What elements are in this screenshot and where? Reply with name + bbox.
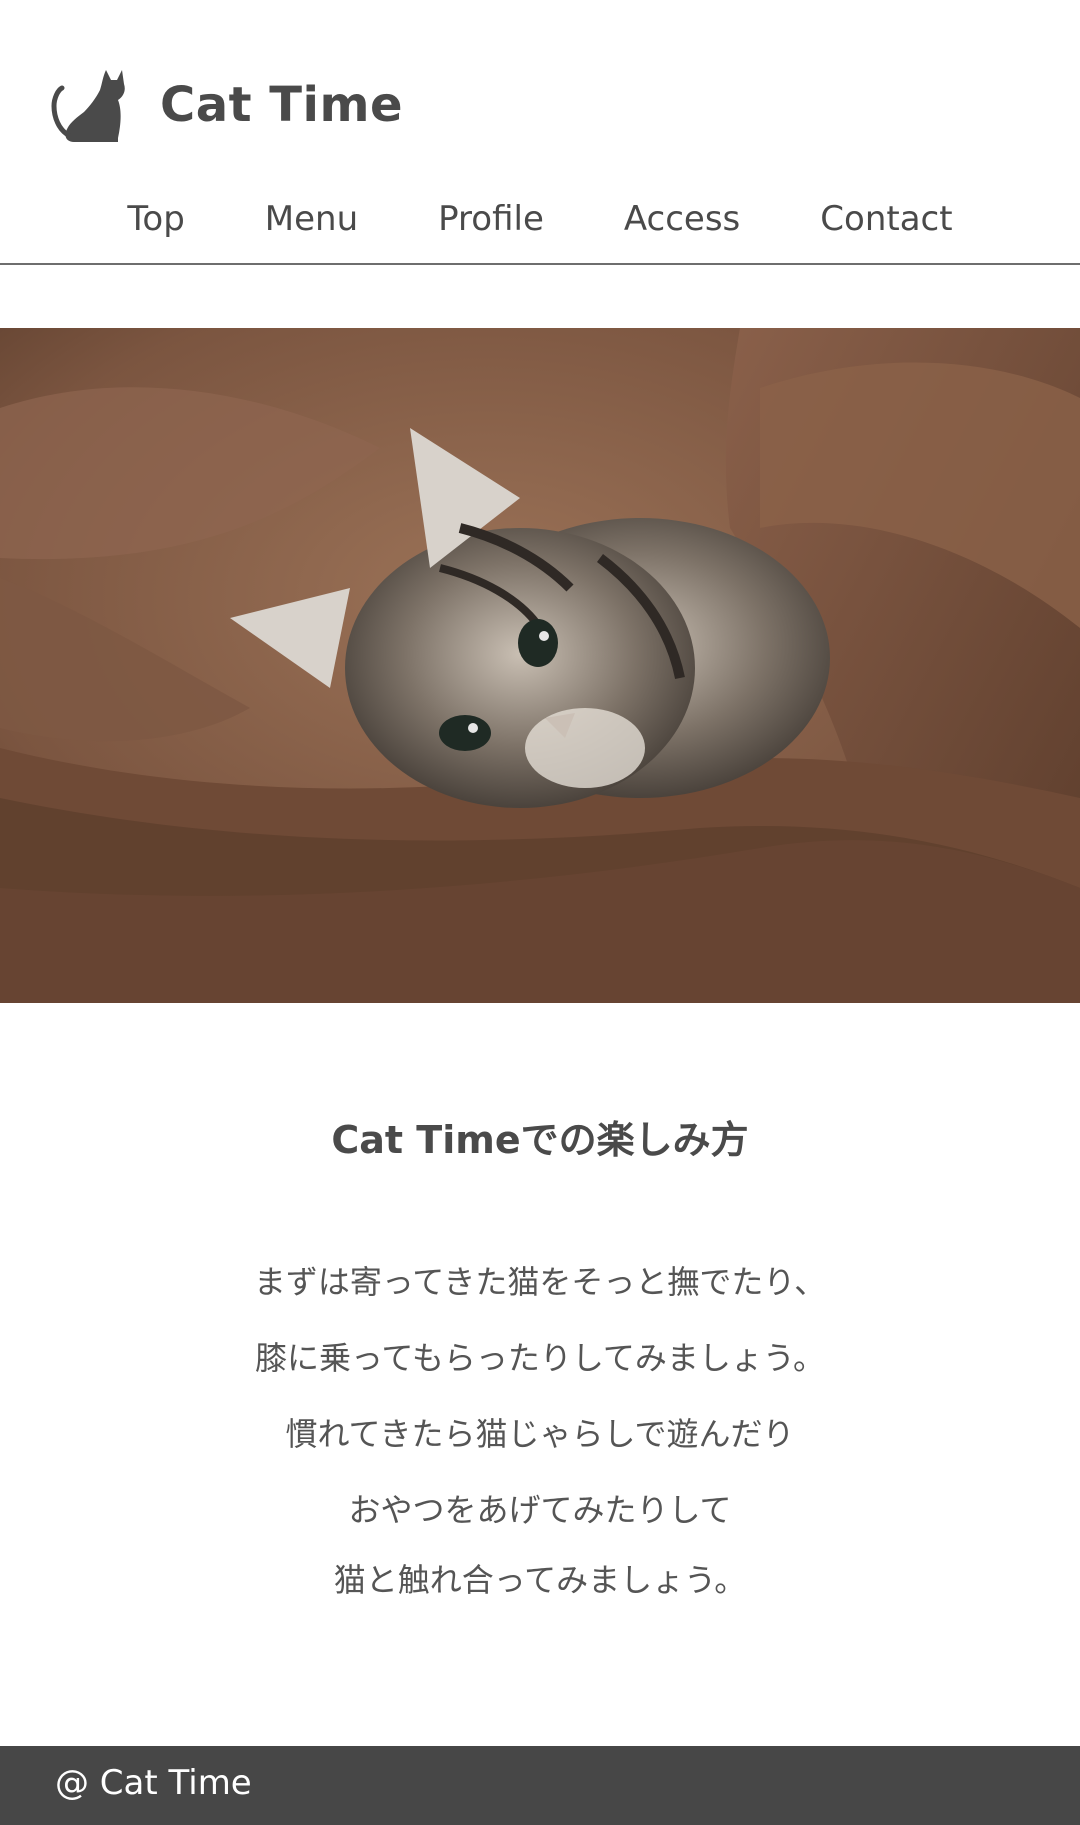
intro-line-2: 膝に乗ってもらったりしてみましょう。 [255,1339,825,1377]
copyright-text: @ Cat Time [55,1763,252,1803]
site-logo[interactable]: Cat Time [48,66,403,144]
section-heading: Cat Timeでの楽しみ方 [331,1118,749,1162]
intro-line-4: おやつをあげてみたりして [348,1491,732,1529]
intro-line-1: まずは寄ってきた猫をそっと撫でたり、 [253,1263,827,1301]
page: Cat Time Top Menu Profile Access Contact [0,0,1080,1825]
hero-image [0,328,1080,1003]
nav-item-contact[interactable]: Contact [780,196,992,242]
site-header: Cat Time Top Menu Profile Access Contact [0,0,1080,266]
nav-item-access[interactable]: Access [584,196,780,242]
nav-item-top[interactable]: Top [87,196,224,242]
kitten-photo [0,328,1080,1003]
nav-divider [0,263,1080,265]
intro-line-3: 慣れてきたら猫じゃらしで遊んだり [285,1415,795,1453]
intro-text: まずは寄ってきた猫をそっと撫でたり、 膝に乗ってもらったりしてみましょう。 慣れ… [0,1252,1080,1626]
nav-item-menu[interactable]: Menu [225,196,398,242]
cat-silhouette-icon [51,70,125,142]
main-nav: Top Menu Profile Access Contact [0,196,1080,242]
site-footer: @ Cat Time [0,1746,1080,1825]
intro-line-5: 猫と触れ合ってみましょう。 [333,1561,747,1599]
nav-item-profile[interactable]: Profile [398,196,584,242]
site-title: Cat Time [160,77,404,133]
